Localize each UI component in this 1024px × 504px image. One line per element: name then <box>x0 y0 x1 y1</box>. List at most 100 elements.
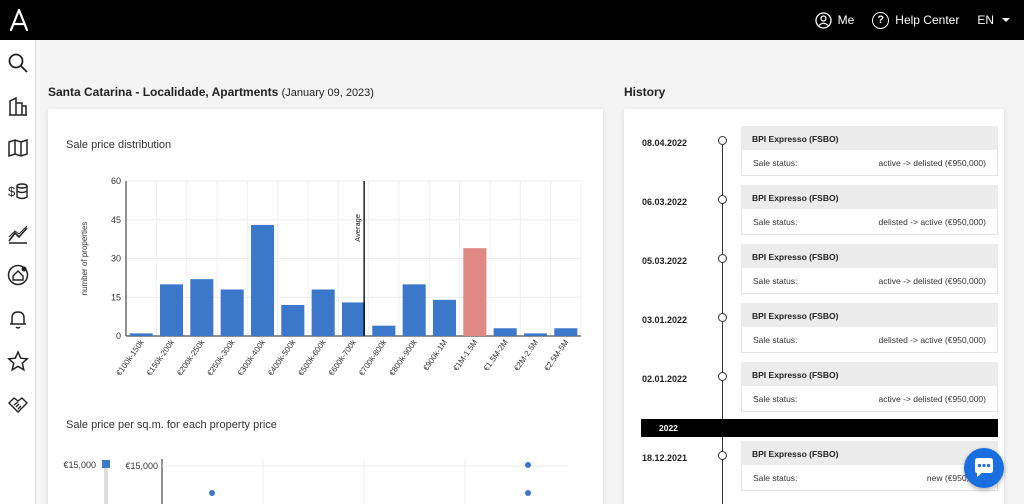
history-date: 06.03.2022 <box>642 197 688 207</box>
help-center-link[interactable]: ? Help Center <box>872 11 960 29</box>
trends-icon[interactable] <box>7 223 29 245</box>
history-entry: BPI Expresso (FSBO) Sale status: active ->… <box>741 126 998 176</box>
language-select[interactable]: EN <box>977 13 1010 27</box>
sidebar: $ <box>0 40 36 504</box>
timeline-dot <box>718 372 727 381</box>
me-menu[interactable]: Me <box>814 11 855 29</box>
y-tick-label: 60 <box>111 176 121 186</box>
page-title-text: Santa Catarina - Localidade, Apartments <box>48 85 279 99</box>
bar--400k-500k[interactable] <box>281 305 305 336</box>
entry-source: BPI Expresso (FSBO) <box>741 362 998 386</box>
language-label: EN <box>977 13 994 27</box>
sale-price-distribution-chart: 015304560number of properties€100k-150k€… <box>80 176 582 377</box>
chart-title-price-sqm: Sale price per sq.m. for each property p… <box>66 419 277 431</box>
history-title: History <box>624 85 666 99</box>
valuation-icon[interactable]: $ <box>7 180 29 202</box>
entry-status-label: Sale status: <box>753 472 798 483</box>
user-icon <box>814 11 832 29</box>
entry-source: BPI Expresso (FSBO) <box>741 441 998 465</box>
entry-status-row: Sale status: delisted -> active (€950,000… <box>741 327 998 353</box>
svg-text:$: $ <box>8 184 16 199</box>
distribution-card: Sale price distribution 0 15 30 45 60 number … <box>48 109 603 504</box>
history-entry: BPI Expresso (FSBO) Sale status: delisted … <box>741 185 998 235</box>
y-tick-label: 15 <box>111 292 121 302</box>
map-icon[interactable] <box>7 137 29 159</box>
buildings-icon[interactable] <box>7 95 29 117</box>
me-label: Me <box>837 13 855 27</box>
bar--2-5m-5m[interactable] <box>554 328 578 336</box>
star-icon[interactable] <box>7 350 29 372</box>
x-tick-label: €500k-600k <box>296 337 328 377</box>
history-entry: BPI Expresso (FSBO) Sale status: active ->… <box>741 244 998 294</box>
x-tick-label: €600k-700k <box>327 337 359 377</box>
slider-track <box>104 464 108 504</box>
page-title-date: (January 09, 2023) <box>281 87 374 99</box>
home-alert-icon[interactable] <box>7 264 29 286</box>
logo-icon[interactable] <box>8 8 30 32</box>
history-date: 08.04.2022 <box>642 138 688 148</box>
slider-handle[interactable] <box>102 460 110 468</box>
bar--200k-250k[interactable] <box>190 279 214 336</box>
entry-status-value: active -> delisted (€950,000) <box>878 393 987 404</box>
bar--250k-300k[interactable] <box>220 289 244 337</box>
x-tick-label: €250k-300k <box>205 337 237 377</box>
chat-bubble-icon <box>975 458 993 477</box>
entry-status-row: Sale status: active -> delisted (€950,000… <box>741 386 998 412</box>
scatter-point[interactable] <box>525 490 531 496</box>
entry-status-label: Sale status: <box>753 393 798 404</box>
x-tick-label: €1.5M-2M <box>482 338 510 373</box>
entry-status-row: Sale status: active -> delisted (€950,000… <box>741 268 998 294</box>
entry-source: BPI Expresso (FSBO) <box>741 185 998 209</box>
year-divider: 2022 <box>641 419 998 437</box>
bar--100k-150k[interactable] <box>129 333 153 336</box>
handshake-icon[interactable] <box>7 393 29 415</box>
top-nav: Me ? Help Center EN <box>814 0 1010 40</box>
bar--300k-400k[interactable] <box>250 224 275 336</box>
chat-button[interactable] <box>964 448 1004 488</box>
top-bar: Me ? Help Center EN <box>0 0 1024 40</box>
timeline-dot <box>718 254 727 263</box>
search-icon[interactable] <box>7 52 29 74</box>
history-date: 03.01.2022 <box>642 315 688 325</box>
entry-status-value: delisted -> active (€950,000) <box>878 216 987 227</box>
bar--2m-2-5m[interactable] <box>523 333 548 336</box>
timeline-dot <box>718 313 727 322</box>
timeline-dot <box>718 136 727 145</box>
x-tick-label: €2.5M-5M <box>542 338 570 373</box>
history-entry: BPI Expresso (FSBO) Sale status: active ->… <box>741 362 998 412</box>
bar--700k-800k[interactable] <box>372 325 396 336</box>
page-title: Santa Catarina - Localidade, Apartments … <box>48 85 374 99</box>
history-date: 05.03.2022 <box>642 256 688 266</box>
timeline-dot <box>718 451 727 460</box>
bar--150k-200k[interactable] <box>159 284 184 336</box>
entry-source: BPI Expresso (FSBO) <box>741 126 998 150</box>
scatter-point[interactable] <box>525 462 531 468</box>
bar--900k-1m[interactable] <box>432 299 457 336</box>
x-tick-label: €100k-150k <box>114 337 146 377</box>
bell-icon[interactable] <box>7 308 29 330</box>
y-tick-label: 45 <box>111 215 121 225</box>
bar--500k-600k[interactable] <box>311 289 335 337</box>
entry-status-label: Sale status: <box>753 216 798 227</box>
y-tick-label: €15,000 <box>125 461 158 471</box>
bar--800k-900k[interactable] <box>402 284 426 336</box>
x-tick-label: €300k-400k <box>236 337 268 377</box>
entry-source: BPI Expresso (FSBO) <box>741 303 998 327</box>
entry-status-row: Sale status: new (€950,000) <box>741 465 998 491</box>
y-tick-label: 30 <box>111 254 121 264</box>
x-tick-label: €150k-200k <box>145 337 177 377</box>
bar--1-5m-2m[interactable] <box>493 328 517 336</box>
entry-status-value: delisted -> active (€950,000) <box>878 334 987 345</box>
history-card: 08.04.2022 BPI Expresso (FSBO) Sale status… <box>624 109 1004 504</box>
help-label: Help Center <box>895 13 960 27</box>
bar--1m-1-5m[interactable] <box>463 248 487 336</box>
x-tick-label: €400k-500k <box>266 337 298 377</box>
x-tick-label: €700k-800k <box>357 337 389 377</box>
entry-status-label: Sale status: <box>753 157 798 168</box>
price-sqm-chart: €15,000 €15,000 <box>63 459 568 504</box>
scatter-point[interactable] <box>209 490 215 496</box>
x-tick-label: €900k-1M <box>421 338 449 373</box>
bar--600k-700k[interactable] <box>341 302 366 336</box>
x-tick-label: €800k-900k <box>387 337 419 377</box>
price-slider[interactable] <box>102 460 110 504</box>
